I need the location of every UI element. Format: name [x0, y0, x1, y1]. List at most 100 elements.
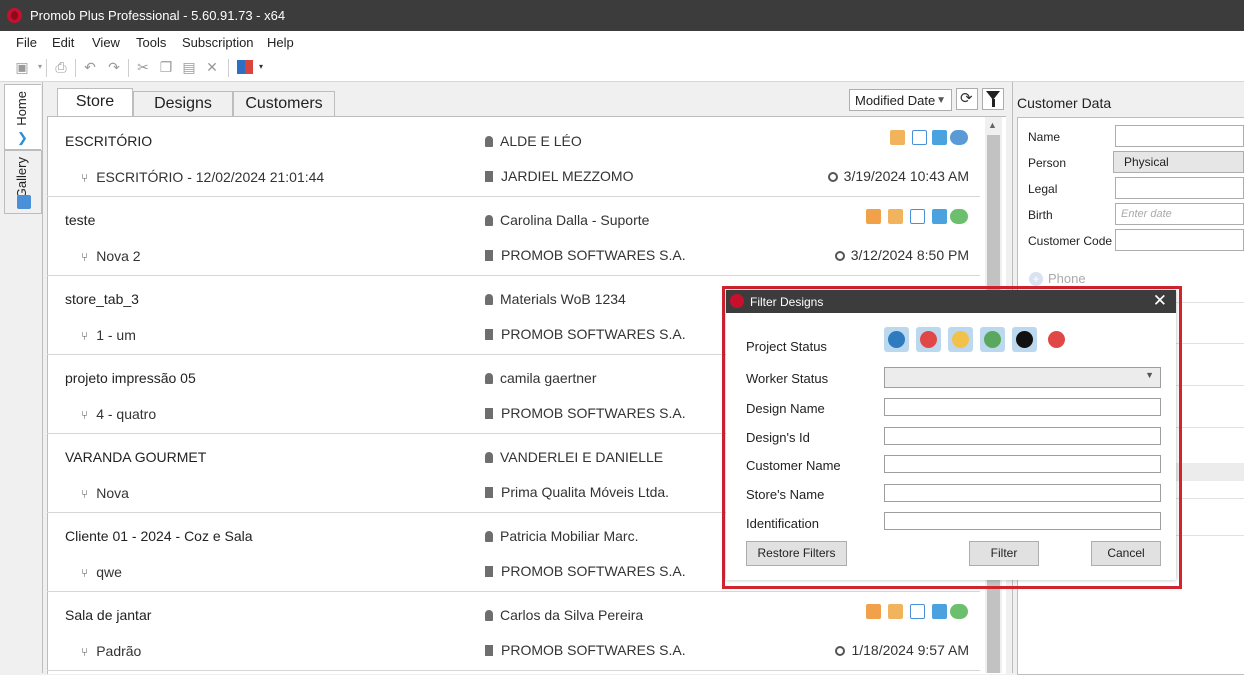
- new-version-icon[interactable]: [932, 209, 947, 224]
- legal-field[interactable]: [1115, 177, 1244, 199]
- design-customer: VANDERLEI E DANIELLE: [485, 449, 663, 465]
- tab-customers[interactable]: Customers: [233, 91, 335, 117]
- blocked-icon[interactable]: [1044, 327, 1069, 352]
- design-name: VARANDA GOURMET: [65, 449, 207, 465]
- version-tree-icon: ⑂: [81, 171, 89, 185]
- refresh-icon: ⟳: [960, 90, 973, 107]
- save-icon[interactable]: ▣: [14, 59, 30, 75]
- customer-name-label: Customer Name: [746, 458, 841, 473]
- person-icon: [485, 531, 493, 542]
- side-tab-home[interactable]: Home ❯: [4, 84, 41, 150]
- cloud-icon[interactable]: [950, 209, 968, 224]
- design-store-name: Prima Qualita Móveis Ltda.: [501, 484, 670, 500]
- palette-dropdown-icon[interactable]: ▾: [253, 59, 269, 75]
- window-title: Promob Plus Professional - 5.60.91.73 - …: [30, 8, 286, 23]
- new-version-icon[interactable]: [932, 604, 947, 619]
- toolbar-separator: [46, 59, 47, 77]
- identification-input[interactable]: [884, 512, 1161, 530]
- customer-name-input[interactable]: [884, 455, 1161, 473]
- tab-designs[interactable]: Designs: [133, 91, 233, 117]
- design-store: JARDIEL MEZZOMO: [485, 168, 634, 184]
- open-folder-icon[interactable]: [890, 130, 905, 145]
- design-row[interactable]: ESCRITÓRIO ⑂ ESCRITÓRIO - 12/02/2024 21:0…: [47, 117, 980, 197]
- print-icon[interactable]: ⎙: [53, 59, 69, 75]
- chevron-down-icon: ▼: [936, 95, 946, 106]
- design-date: 1/18/2024 9:57 AM: [835, 642, 969, 658]
- import-icon[interactable]: [912, 130, 927, 145]
- check-icon[interactable]: [980, 327, 1005, 352]
- filter-submit-button[interactable]: Filter: [969, 541, 1039, 566]
- menu-tools[interactable]: Tools: [136, 35, 166, 50]
- sort-select[interactable]: Modified Date ▼: [849, 89, 952, 111]
- menu-file[interactable]: File: [16, 35, 37, 50]
- cancel-button[interactable]: Cancel: [1091, 541, 1161, 566]
- paste-icon[interactable]: ▤: [181, 59, 197, 75]
- menu-edit[interactable]: Edit: [52, 35, 74, 50]
- design-id-input[interactable]: [884, 427, 1161, 445]
- play-icon[interactable]: [884, 327, 909, 352]
- worker-status-select[interactable]: ▼: [884, 367, 1161, 388]
- phone-label: Phone: [1048, 271, 1086, 286]
- copy-icon[interactable]: ❐: [158, 59, 174, 75]
- restore-filters-button[interactable]: Restore Filters: [746, 541, 847, 566]
- customer-icon[interactable]: [866, 604, 881, 619]
- design-date-value: 3/19/2024 10:43 AM: [843, 168, 969, 184]
- scroll-up-icon[interactable]: ▲: [988, 120, 997, 130]
- menu-bar: File Edit View Tools Subscription Help: [0, 31, 1244, 55]
- design-customer: ALDE E LÉO: [485, 133, 582, 149]
- design-customer-name: camila gaertner: [500, 370, 597, 386]
- toolbar: ▣ ▾ ⎙ ↶ ↷ ✂ ❐ ▤ ✕ ▾: [0, 55, 1244, 82]
- version-tree-icon: ⑂: [81, 329, 89, 343]
- side-tab-gallery-label: Gallery: [14, 157, 29, 199]
- delete-icon[interactable]: ✕: [204, 59, 220, 75]
- version-tree-icon: ⑂: [81, 645, 89, 659]
- design-version: ⑂ 1 - um: [81, 327, 136, 343]
- import-icon[interactable]: [910, 209, 925, 224]
- side-tab-gallery[interactable]: Gallery: [4, 150, 42, 214]
- close-icon[interactable]: ✕: [1153, 291, 1167, 311]
- cancel-icon[interactable]: [916, 327, 941, 352]
- store-name-input[interactable]: [884, 484, 1161, 502]
- menu-help[interactable]: Help: [267, 35, 294, 50]
- birth-field[interactable]: Enter date: [1115, 203, 1244, 225]
- design-name-input[interactable]: [884, 398, 1161, 416]
- design-version-label: Nova: [96, 485, 129, 501]
- open-folder-icon[interactable]: [888, 209, 903, 224]
- cloud-icon[interactable]: [950, 604, 968, 619]
- design-row[interactable]: teste ⑂ Nova 2 Carolina Dalla - Suporte P…: [47, 196, 980, 276]
- import-icon[interactable]: [910, 604, 925, 619]
- design-version-label: qwe: [96, 564, 122, 580]
- filter-icon-stem: [992, 99, 995, 107]
- new-version-icon[interactable]: [932, 130, 947, 145]
- double-check-icon[interactable]: [1012, 327, 1037, 352]
- pause-icon[interactable]: [948, 327, 973, 352]
- open-folder-icon[interactable]: [888, 604, 903, 619]
- cloud-icon[interactable]: [950, 130, 968, 145]
- filter-button[interactable]: [982, 88, 1004, 110]
- menu-subscription[interactable]: Subscription: [182, 35, 254, 50]
- add-phone-button[interactable]: + Phone: [1029, 271, 1086, 286]
- person-select[interactable]: Physical: [1113, 151, 1244, 173]
- name-field[interactable]: [1115, 125, 1244, 147]
- refresh-button[interactable]: ⟳: [956, 88, 978, 110]
- design-customer: Carolina Dalla - Suporte: [485, 212, 649, 228]
- customer-code-field[interactable]: [1115, 229, 1244, 251]
- version-tree-icon: ⑂: [81, 250, 89, 264]
- undo-icon[interactable]: ↶: [82, 59, 98, 75]
- design-customer: Carlos da Silva Pereira: [485, 607, 643, 623]
- design-customer-name: ALDE E LÉO: [500, 133, 582, 149]
- design-customer-name: VANDERLEI E DANIELLE: [500, 449, 664, 465]
- cut-icon[interactable]: ✂: [135, 59, 151, 75]
- filter-designs-dialog: Filter Designs ✕ Project Status Worker S…: [726, 290, 1176, 580]
- menu-view[interactable]: View: [92, 35, 120, 50]
- design-version: ⑂ qwe: [81, 564, 122, 580]
- design-name-label: Design Name: [746, 401, 825, 416]
- tab-store[interactable]: Store: [57, 88, 133, 118]
- building-icon: [485, 250, 493, 261]
- customer-icon[interactable]: [866, 209, 881, 224]
- redo-icon[interactable]: ↷: [106, 59, 122, 75]
- design-row[interactable]: Sala de jantar ⑂ Padrão Carlos da Silva P…: [47, 591, 980, 671]
- version-tree-icon: ⑂: [81, 566, 89, 580]
- palette-icon[interactable]: [237, 60, 253, 74]
- design-name: projeto impressão 05: [65, 370, 196, 386]
